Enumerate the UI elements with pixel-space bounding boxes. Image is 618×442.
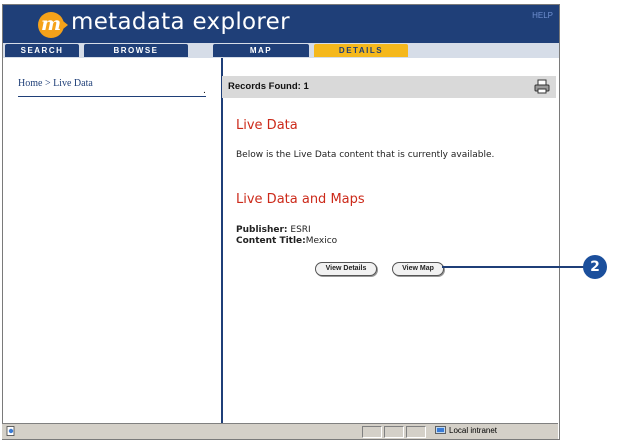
intranet-icon	[435, 426, 446, 434]
logo-letter: m	[40, 13, 62, 35]
security-zone-label: Local intranet	[449, 426, 498, 435]
callout-number: 2	[583, 255, 607, 279]
records-found: Records Found: 1	[228, 81, 309, 92]
status-bar: Local intranet	[2, 423, 558, 439]
printer-icon[interactable]	[534, 79, 550, 94]
logo-icon: m	[38, 12, 68, 38]
item-metadata: Publisher: ESRI Content Title:Mexico	[236, 225, 337, 247]
records-bar: Records Found: 1	[222, 76, 556, 98]
breadcrumb-marker: .	[203, 86, 206, 96]
breadcrumb-divider	[18, 96, 206, 97]
section-heading: Live Data	[236, 118, 298, 133]
content-title-value: Mexico	[305, 236, 338, 246]
browser-window: m metadata explorer HELP SEARCH BROWSE M…	[2, 4, 560, 440]
help-link[interactable]: HELP	[532, 11, 553, 20]
logo-arrow	[63, 21, 68, 29]
view-details-button[interactable]: View Details	[315, 262, 377, 276]
app-title: metadata explorer	[71, 9, 290, 35]
status-cell	[362, 426, 382, 438]
callout-line	[442, 266, 586, 268]
tab-map[interactable]: MAP	[213, 44, 309, 57]
status-cell	[406, 426, 426, 438]
section-description: Below is the Live Data content that is c…	[236, 150, 495, 160]
publisher-value: ESRI	[290, 225, 311, 235]
content-title-label: Content Title:	[236, 236, 306, 246]
ie-page-icon	[6, 426, 15, 436]
publisher-row: Publisher: ESRI	[236, 225, 337, 236]
tab-browse[interactable]: BROWSE	[84, 44, 188, 57]
status-cell	[384, 426, 404, 438]
view-map-button[interactable]: View Map	[392, 262, 444, 276]
app-header: m metadata explorer HELP	[3, 5, 559, 43]
left-pane	[3, 58, 223, 424]
publisher-label: Publisher:	[236, 225, 288, 235]
tab-bar: SEARCH BROWSE MAP DETAILS	[3, 43, 559, 58]
tab-search[interactable]: SEARCH	[5, 44, 79, 57]
tab-details[interactable]: DETAILS	[314, 44, 408, 57]
item-title: Live Data and Maps	[236, 192, 365, 207]
content-title-row: Content Title:Mexico	[236, 236, 337, 247]
breadcrumb[interactable]: Home > Live Data	[18, 78, 93, 89]
